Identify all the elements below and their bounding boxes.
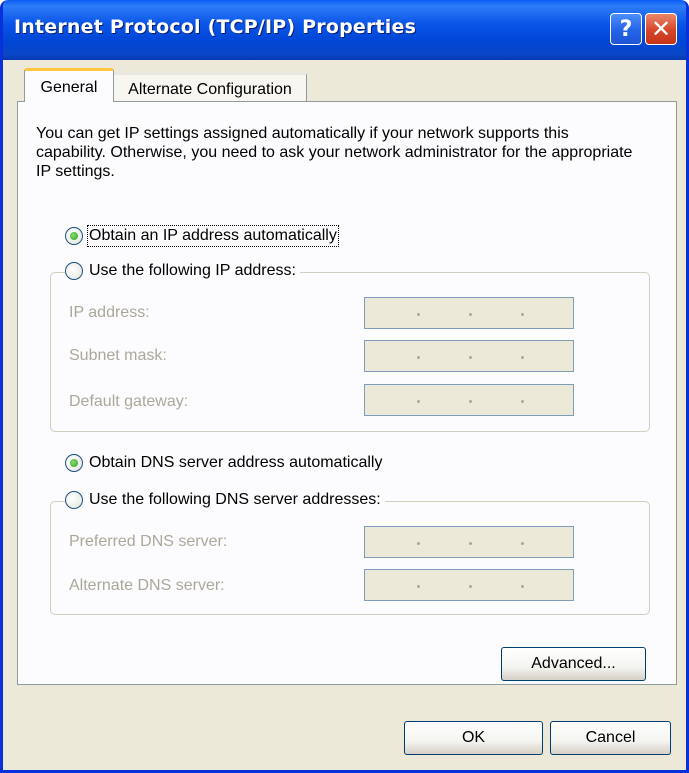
obtain-dns-auto-label: Obtain DNS server address automatically [89,454,383,471]
radio-selected-icon [65,454,83,472]
help-icon: ? [619,16,633,42]
subnet-mask-field[interactable] [364,340,574,372]
subnet-mask-label: Subnet mask: [69,347,167,364]
title-bar[interactable]: Internet Protocol (TCP/IP) Properties ? … [3,0,686,60]
close-icon: ✕ [650,15,672,43]
use-following-dns-label: Use the following DNS server addresses: [89,491,381,508]
description-text: You can get IP settings assigned automat… [36,125,633,180]
cancel-button[interactable]: Cancel [550,721,671,755]
tcpip-properties-dialog: Internet Protocol (TCP/IP) Properties ? … [0,0,689,773]
close-button[interactable]: ✕ [645,13,677,45]
obtain-ip-auto-radio[interactable]: Obtain an IP address automatically [65,225,341,247]
ip-address-label: IP address: [69,304,150,321]
default-gateway-field[interactable] [364,384,574,416]
alternate-dns-field[interactable] [364,569,574,601]
radio-unselected-icon [65,262,83,280]
use-following-ip-label: Use the following IP address: [89,262,296,279]
ip-address-field[interactable] [364,297,574,329]
preferred-dns-field[interactable] [364,526,574,558]
tab-general[interactable]: General [24,68,114,102]
use-following-ip-radio[interactable]: Use the following IP address: [65,262,300,280]
preferred-dns-label: Preferred DNS server: [69,533,228,550]
help-button[interactable]: ? [610,13,642,45]
radio-unselected-icon [65,491,83,509]
ok-button[interactable]: OK [404,721,543,755]
use-following-dns-radio[interactable]: Use the following DNS server addresses: [65,491,385,509]
radio-selected-icon [65,227,83,245]
alternate-dns-label: Alternate DNS server: [69,577,225,594]
advanced-button[interactable]: Advanced... [501,647,646,681]
tab-alternate-configuration[interactable]: Alternate Configuration [113,72,307,102]
default-gateway-label: Default gateway: [69,393,189,410]
obtain-dns-auto-radio[interactable]: Obtain DNS server address automatically [65,454,387,472]
obtain-ip-auto-label: Obtain an IP address automatically [87,225,339,247]
window-title: Internet Protocol (TCP/IP) Properties [14,16,417,38]
